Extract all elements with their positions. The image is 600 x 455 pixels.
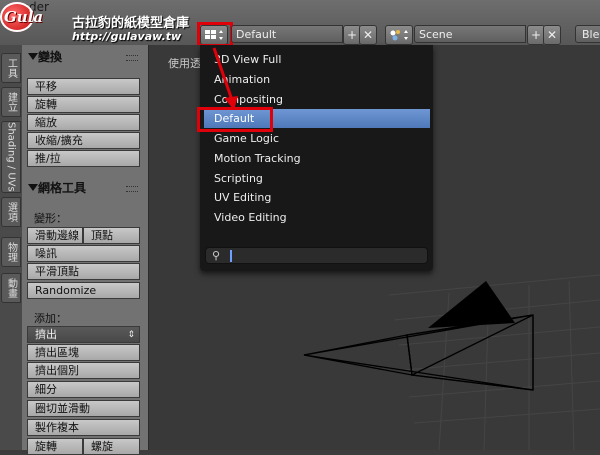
annotation-arrow xyxy=(212,47,238,110)
arrow-head-icon xyxy=(224,96,238,110)
